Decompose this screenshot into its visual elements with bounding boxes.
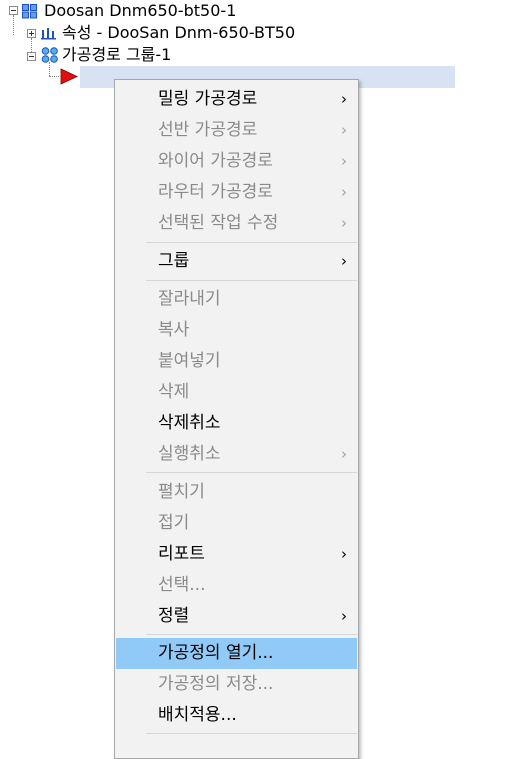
operations-tree: Doosan Dnm650-bt50-1 속성 - DooSan Dnm-650… — [0, 0, 525, 90]
menu-item-label: 라우터 가공경로 — [158, 182, 273, 202]
menu-item-wire-toolpaths[interactable]: 와이어 가공경로 › — [116, 146, 357, 177]
menu-item-label: 복사 — [158, 320, 190, 340]
tree-connector — [49, 76, 59, 77]
menu-separator — [146, 634, 357, 635]
menu-separator — [146, 242, 357, 243]
tree-item-properties-label: 속성 - DooSan Dnm-650-BT50 — [62, 23, 296, 42]
submenu-arrow-icon: › — [341, 607, 347, 625]
menu-item-select[interactable]: 선택... — [116, 570, 357, 601]
menu-item-lathe-toolpaths[interactable]: 선반 가공경로 › — [116, 115, 357, 146]
menu-item-copy[interactable]: 복사 — [116, 315, 357, 346]
menu-item-label: 선택... — [158, 575, 206, 595]
menu-item-label: 실행취소 — [158, 444, 221, 464]
menu-item-sort[interactable]: 정렬 › — [116, 601, 357, 632]
menu-item-label: 정렬 — [158, 606, 190, 626]
menu-item-paste[interactable]: 붙여넣기 — [116, 346, 357, 377]
submenu-arrow-icon: › — [341, 183, 347, 201]
menu-item-delete[interactable]: 삭제 — [116, 377, 357, 408]
menu-item-label: 와이어 가공경로 — [158, 151, 273, 171]
menu-item-open-operation-library[interactable]: 가공정의 열기... — [116, 638, 357, 669]
menu-item-expand[interactable]: 펼치기 — [116, 477, 357, 508]
submenu-arrow-icon: › — [341, 252, 347, 270]
menu-item-cut[interactable]: 잘라내기 — [116, 284, 357, 315]
menu-separator — [146, 280, 357, 281]
tree-item-toolpath-group-label: 가공경로 그룹-1 — [62, 45, 172, 64]
menu-item-label: 선택된 작업 수정 — [158, 213, 279, 233]
menu-item-label: 리포트 — [158, 544, 205, 564]
menu-item-undo[interactable]: 실행취소 › — [116, 439, 357, 470]
submenu-arrow-icon: › — [341, 545, 347, 563]
menu-item-label: 접기 — [158, 513, 190, 533]
menu-item-label: 펼치기 — [158, 482, 205, 502]
menu-separator — [146, 472, 357, 473]
menu-item-label: 가공정의 열기... — [158, 643, 274, 663]
menu-item-collapse[interactable]: 접기 — [116, 508, 357, 539]
menu-item-batch[interactable]: 배치적용... — [116, 700, 357, 731]
collapse-group-toggle[interactable] — [27, 52, 36, 61]
menu-item-label: 붙여넣기 — [158, 351, 221, 371]
menu-item-undelete[interactable]: 삭제취소 — [116, 408, 357, 439]
submenu-arrow-icon: › — [341, 445, 347, 463]
menu-item-milling-toolpaths[interactable]: 밀링 가공경로 › — [116, 84, 357, 115]
toolpath-group-icon — [41, 47, 58, 63]
menu-item-groups[interactable]: 그룹 › — [116, 246, 357, 277]
tree-connector — [13, 15, 14, 35]
properties-icon — [41, 28, 56, 40]
submenu-arrow-icon: › — [341, 90, 347, 108]
menu-item-label: 배치적용... — [158, 705, 237, 725]
menu-item-label: 밀링 가공경로 — [158, 89, 258, 109]
tree-item-properties[interactable]: 속성 - DooSan Dnm-650-BT50 — [62, 22, 295, 44]
submenu-arrow-icon: › — [341, 214, 347, 232]
machine-group-icon — [22, 4, 37, 19]
tree-connector — [49, 62, 50, 76]
menu-separator — [146, 733, 357, 734]
menu-item-label: 잘라내기 — [158, 289, 221, 309]
menu-item-label: 선반 가공경로 — [158, 120, 258, 140]
collapse-root-toggle[interactable] — [9, 6, 18, 15]
menu-item-save-operation-library[interactable]: 가공정의 저장... — [116, 669, 357, 700]
menu-item-label: 삭제취소 — [158, 413, 221, 433]
submenu-arrow-icon: › — [341, 121, 347, 139]
tree-item-toolpath-group[interactable]: 가공경로 그룹-1 — [62, 44, 171, 66]
menu-item-router-toolpaths[interactable]: 라우터 가공경로 › — [116, 177, 357, 208]
tree-item-machine-label: Doosan Dnm650-bt50-1 — [44, 1, 237, 20]
menu-item-label: 그룹 — [158, 251, 190, 271]
menu-item-edit-selected-operations[interactable]: 선택된 작업 수정 › — [116, 208, 357, 239]
context-menu: 밀링 가공경로 › 선반 가공경로 › 와이어 가공경로 › 라우터 가공경로 … — [114, 79, 359, 759]
expand-properties-toggle[interactable] — [27, 29, 36, 38]
insert-arrow-icon — [60, 68, 78, 85]
submenu-arrow-icon: › — [341, 152, 347, 170]
tree-item-machine[interactable]: Doosan Dnm650-bt50-1 — [44, 0, 236, 22]
menu-item-reports[interactable]: 리포트 › — [116, 539, 357, 570]
menu-item-label: 가공정의 저장... — [158, 674, 274, 694]
menu-item-label: 삭제 — [158, 382, 190, 402]
